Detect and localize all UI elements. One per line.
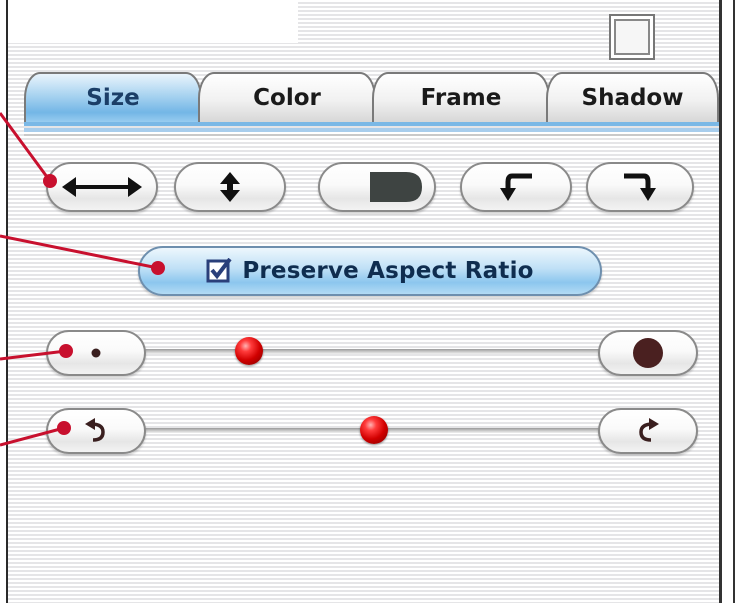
rotation-slider-knob[interactable]	[360, 416, 388, 444]
size-slider-knob[interactable]	[235, 337, 263, 365]
tab-size-label: Size	[86, 85, 140, 111]
rotate-left-button[interactable]	[460, 162, 572, 212]
panel-right-border	[719, 0, 722, 603]
title-strip	[8, 0, 298, 43]
vertical-arrows-icon	[220, 172, 240, 202]
rotate-ccw-button[interactable]	[46, 408, 146, 454]
tab-frame[interactable]: Frame	[372, 72, 550, 122]
horizontal-arrows-icon	[62, 177, 142, 197]
preserve-aspect-ratio-button[interactable]: Preserve Aspect Ratio	[138, 246, 602, 296]
flip-vertical-button[interactable]	[174, 162, 286, 212]
small-dot-icon	[91, 348, 101, 358]
size-max-button[interactable]	[598, 330, 698, 376]
tab-divider-shadow	[24, 134, 719, 136]
size-inspector-window: Size Color Frame Shadow Preserve Aspect …	[0, 0, 740, 603]
tab-color-label: Color	[253, 85, 321, 111]
dark-rounded-square-icon	[370, 172, 422, 202]
flip-horizontal-button[interactable]	[46, 162, 158, 212]
rotate-cw-icon	[639, 418, 659, 442]
fill-button[interactable]	[318, 162, 436, 212]
rotate-right-arrow-icon	[624, 173, 656, 201]
window-edge	[733, 0, 735, 603]
tab-shadow[interactable]: Shadow	[546, 72, 719, 122]
size-min-button[interactable]	[46, 330, 146, 376]
tab-color[interactable]: Color	[198, 72, 376, 122]
size-slider-track[interactable]	[140, 349, 610, 354]
rotate-ccw-icon	[85, 418, 105, 442]
large-dot-icon	[633, 338, 663, 368]
tab-divider-shade	[24, 128, 719, 132]
tab-shadow-label: Shadow	[581, 85, 684, 111]
window-zoom-box[interactable]	[609, 14, 655, 60]
rotate-right-button[interactable]	[586, 162, 694, 212]
tab-frame-label: Frame	[420, 85, 502, 111]
panel-left-border	[6, 0, 8, 603]
tab-divider	[24, 122, 719, 126]
rotate-left-arrow-icon	[500, 173, 532, 201]
tab-size[interactable]: Size	[24, 72, 202, 122]
checkbox-checked-icon[interactable]	[206, 258, 232, 284]
rotate-cw-button[interactable]	[598, 408, 698, 454]
preserve-aspect-ratio-label: Preserve Aspect Ratio	[242, 258, 534, 284]
